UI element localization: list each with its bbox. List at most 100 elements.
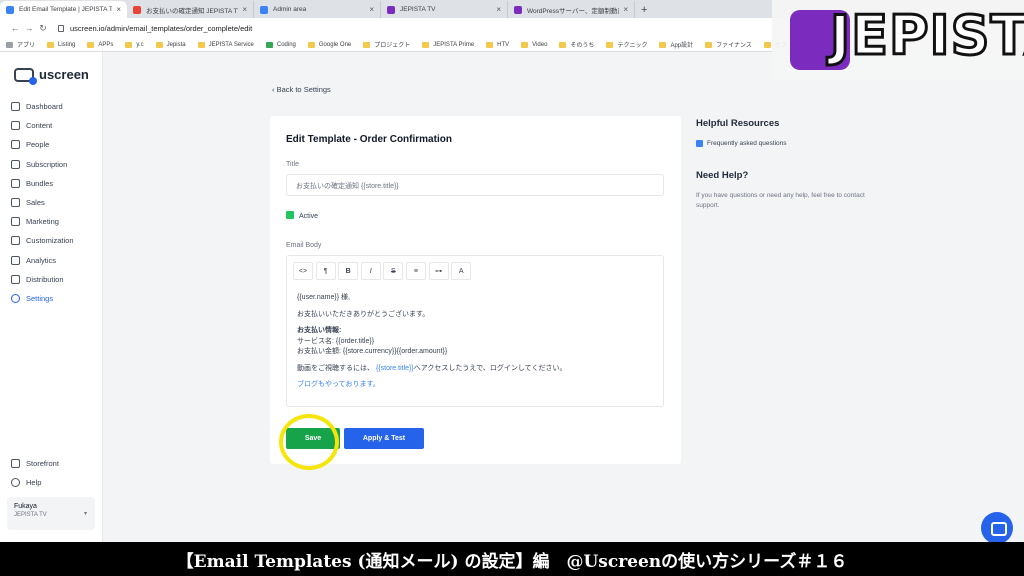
email-body-editor[interactable]: <> ¶ B I S ≡ ⊶ A {{user.name}} 様, お支払いいた… <box>286 255 664 407</box>
active-toggle[interactable] <box>286 211 294 219</box>
user-name: Fukaya <box>14 503 37 510</box>
browser-tab[interactable]: お支払いの確定通知 JEPISTA TV - × <box>127 1 254 18</box>
bookmark-item[interactable]: Listing <box>47 41 75 48</box>
blog-link[interactable]: ブログもやっております。 <box>297 380 566 391</box>
bookmark-item[interactable]: そのうち <box>559 40 594 49</box>
help-text: If you have questions or need any help, … <box>696 192 865 209</box>
bookmark-item[interactable]: JEPISTA Service <box>197 41 254 48</box>
bookmark-item[interactable]: Jepista <box>155 41 186 48</box>
sidebar-item-content[interactable]: Content <box>11 116 74 135</box>
url-field[interactable]: uscreen.io/admin/email_templates/order_c… <box>58 24 252 33</box>
bookmark-item[interactable]: アプリ <box>6 40 35 49</box>
strikethrough-button[interactable]: S <box>383 262 404 280</box>
bookmark-item[interactable]: ファイナンス <box>705 40 752 49</box>
sidebar-item-help[interactable]: Help <box>11 473 59 492</box>
tab-favicon-icon <box>387 5 395 14</box>
browser-tab[interactable]: JEPISTA TV × <box>381 1 508 18</box>
link-button[interactable]: ⊶ <box>428 262 449 280</box>
tab-close-icon[interactable]: × <box>496 5 501 14</box>
code-view-button[interactable]: <> <box>293 262 313 280</box>
reload-icon[interactable]: ↻ <box>36 23 50 34</box>
paragraph-button[interactable]: ¶ <box>315 262 336 280</box>
bold-button[interactable]: B <box>338 262 359 280</box>
sidebar-item-storefront[interactable]: Storefront <box>11 454 59 473</box>
bookmark-item[interactable]: APPs <box>87 41 113 48</box>
folder-icon <box>659 41 667 48</box>
edit-icon <box>11 236 20 246</box>
bookmark-item[interactable]: Google One <box>307 41 351 48</box>
url-text: uscreen.io/admin/email_templates/order_c… <box>70 23 253 33</box>
apps-grid-icon <box>6 41 13 48</box>
browser-tab[interactable]: Admin area × <box>254 1 381 18</box>
forward-arrow-icon[interactable]: → <box>22 23 36 33</box>
browser-tab[interactable]: Edit Email Template | JEPISTA TV × <box>0 1 127 18</box>
account-switcher[interactable]: Fukaya JEPISTA TV ▾ <box>7 497 95 530</box>
text-color-button[interactable]: A <box>451 262 472 280</box>
bookmark-item[interactable]: y.c <box>125 41 144 48</box>
sidebar-item-customization[interactable]: Customization <box>11 231 74 250</box>
sidebar-item-subscription[interactable]: Subscription <box>11 155 74 174</box>
faq-link[interactable]: Frequently asked questions <box>696 140 787 147</box>
folder-icon <box>363 41 371 48</box>
document-icon <box>696 140 703 147</box>
dollar-icon <box>11 198 20 208</box>
sidebar-item-analytics[interactable]: Analytics <box>11 251 74 270</box>
folder-icon <box>521 41 529 48</box>
tab-title: お支払いの確定通知 JEPISTA TV - <box>146 7 239 15</box>
store-title-link[interactable]: {{store.title}} <box>376 365 414 372</box>
sidebar-item-bundles[interactable]: Bundles <box>11 174 74 193</box>
back-arrow-icon[interactable]: ← <box>8 23 22 33</box>
tab-close-icon[interactable]: × <box>623 5 628 14</box>
email-body-label: Email Body <box>286 242 322 249</box>
logo-text: JEPISTA <box>829 3 1024 69</box>
help-icon <box>11 478 20 488</box>
chart-icon <box>11 255 20 265</box>
tab-close-icon[interactable]: × <box>369 5 374 14</box>
bookmark-item[interactable]: Video <box>521 41 547 48</box>
sidebar-item-sales[interactable]: Sales <box>11 193 74 212</box>
bookmark-item[interactable]: Coding <box>265 41 296 48</box>
bookmark-item[interactable]: App設計 <box>659 40 693 49</box>
folder-icon <box>87 41 95 48</box>
bookmark-item[interactable]: JEPISTA Prime <box>422 41 474 48</box>
brand-name: uscreen <box>39 67 89 82</box>
sidebar-item-distribution[interactable]: Distribution <box>11 270 74 289</box>
back-to-settings-link[interactable]: ‹ Back to Settings <box>272 85 331 94</box>
tab-favicon-icon <box>514 5 522 14</box>
tab-favicon-icon <box>260 5 268 14</box>
tab-close-icon[interactable]: × <box>242 5 247 14</box>
bookmark-item[interactable]: HTV <box>486 41 509 48</box>
title-label: Title <box>286 161 299 168</box>
bookmark-item[interactable]: テクニック <box>606 40 647 49</box>
brand-logo[interactable]: uscreen <box>14 67 89 85</box>
people-icon <box>11 140 20 150</box>
sidebar-bottom-menu: Storefront Help <box>11 454 59 492</box>
editor-toolbar: <> ¶ B I S ≡ ⊶ A <box>293 262 474 280</box>
tab-close-icon[interactable]: × <box>116 5 121 14</box>
uscreen-logo-icon <box>14 67 37 85</box>
tab-title: JEPISTA TV <box>400 6 436 13</box>
browser-tab[interactable]: WordPressサーバー、定額制動画配 × <box>508 1 635 18</box>
page-title: Edit Template - Order Confirmation <box>286 134 452 145</box>
box-icon <box>11 178 20 188</box>
chat-bubble-icon[interactable] <box>981 512 1013 544</box>
italic-button[interactable]: I <box>360 262 381 280</box>
tab-title: WordPressサーバー、定額制動画配 <box>527 7 619 15</box>
list-button[interactable]: ≡ <box>405 262 426 280</box>
folder-icon <box>307 41 315 48</box>
title-input[interactable]: お支払いの確定通知 {{store.title}} <box>286 174 664 196</box>
sidebar-item-dashboard[interactable]: Dashboard <box>11 97 74 116</box>
lock-icon <box>58 24 64 32</box>
user-site: JEPISTA TV <box>14 512 47 518</box>
sidebar-item-settings[interactable]: Settings <box>11 289 74 308</box>
new-tab-button[interactable]: + <box>635 1 653 18</box>
body-line: 動画をご視聴するには、 {{store.title}}へアクセスしたうえで、ログ… <box>297 364 567 372</box>
apply-test-button[interactable]: Apply & Test <box>344 428 424 449</box>
sidebar-item-marketing[interactable]: Marketing <box>11 212 74 231</box>
body-line: お支払いいただきありがとうございます。 <box>297 310 430 318</box>
sidebar-item-people[interactable]: People <box>11 135 74 154</box>
email-body-content[interactable]: {{user.name}} 様, お支払いいただきありがとうございます。 お支払… <box>297 293 566 397</box>
folder-icon <box>486 41 494 48</box>
body-line: サービス名: {{order.title}} <box>297 337 375 345</box>
bookmark-item[interactable]: プロジェクト <box>363 40 410 49</box>
